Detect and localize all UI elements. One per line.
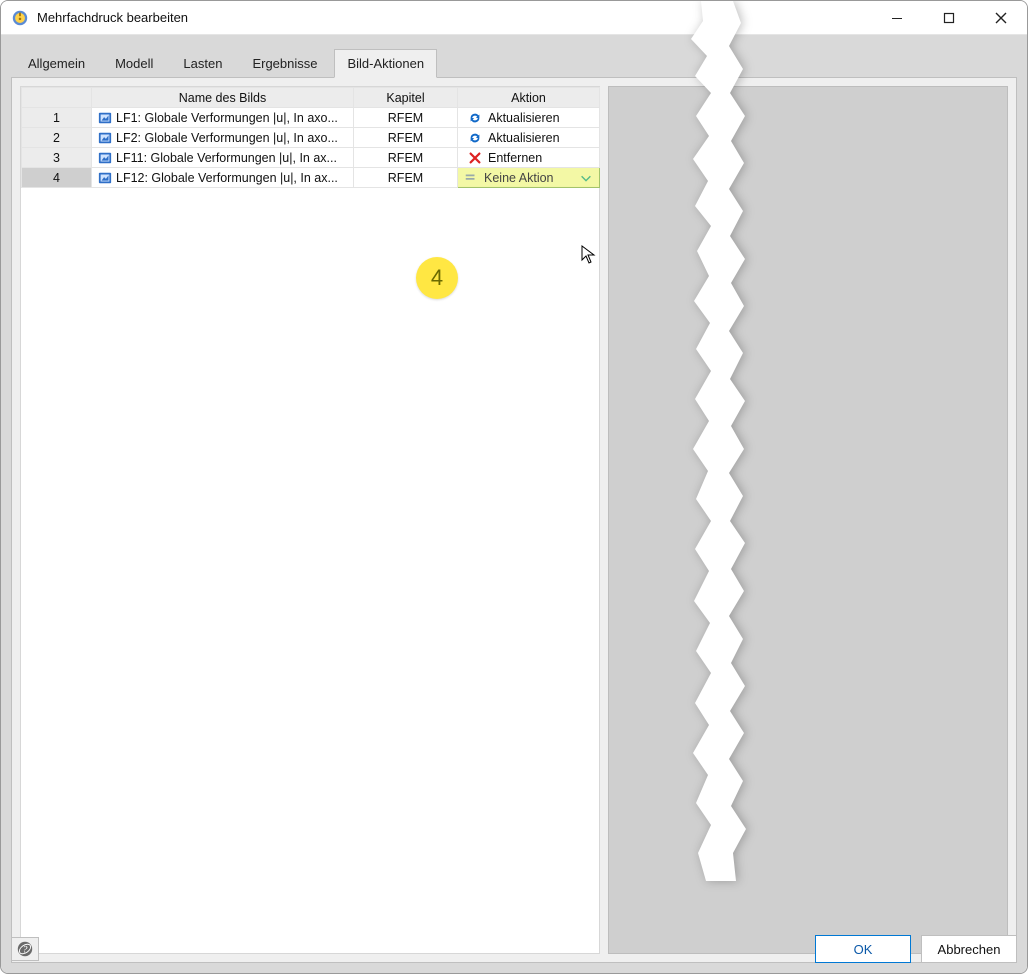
dialog-footer: ? OK Abbrechen — [11, 935, 1017, 963]
col-header-kapitel: Kapitel — [354, 88, 458, 108]
tab-modell[interactable]: Modell — [102, 49, 166, 78]
work-area: Name des Bilds Kapitel Aktion 1 — [11, 77, 1017, 963]
cell-name[interactable]: LF12: Globale Verformungen |u|, In ax... — [92, 168, 354, 188]
svg-text:?: ? — [23, 945, 28, 956]
table-header-row: Name des Bilds Kapitel Aktion — [22, 88, 600, 108]
row-number: 3 — [22, 148, 92, 168]
cell-kapitel[interactable]: RFEM — [354, 148, 458, 168]
cursor-icon — [581, 245, 597, 265]
window-title: Mehrfachdruck bearbeiten — [37, 10, 188, 25]
no-action-icon — [464, 171, 478, 185]
table-row[interactable]: 4 LF12: Globale Verformungen |u|, In ax.… — [22, 168, 600, 188]
callout-marker: 4 — [416, 257, 458, 299]
cell-kapitel[interactable]: RFEM — [354, 108, 458, 128]
refresh-icon — [468, 131, 482, 145]
table-row[interactable]: 2 LF2: Globale Verformungen |u|, In axo.… — [22, 128, 600, 148]
cell-kapitel[interactable]: RFEM — [354, 128, 458, 148]
row-number: 4 — [22, 168, 92, 188]
image-name: LF1: Globale Verformungen |u|, In axo... — [116, 111, 338, 125]
dropdown-current-label: Keine Aktion — [484, 171, 554, 185]
row-number: 2 — [22, 128, 92, 148]
action-label: Aktualisieren — [488, 111, 560, 125]
table-row[interactable]: 3 LF11: Globale Verformungen |u|, In ax.… — [22, 148, 600, 168]
image-name: LF11: Globale Verformungen |u|, In ax... — [116, 151, 337, 165]
action-dropdown-menu: Entfernen Keine Aktion — [458, 187, 600, 188]
table-row[interactable]: 1 LF1: Globale Verformungen |u|, In axo.… — [22, 108, 600, 128]
cell-name[interactable]: LF1: Globale Verformungen |u|, In axo... — [92, 108, 354, 128]
help-button[interactable]: ? — [11, 937, 39, 961]
minimize-button[interactable] — [871, 1, 923, 34]
image-name: LF2: Globale Verformungen |u|, In axo... — [116, 131, 338, 145]
close-button[interactable] — [975, 1, 1027, 34]
tab-ergebnisse[interactable]: Ergebnisse — [239, 49, 330, 78]
image-name: LF12: Globale Verformungen |u|, In ax... — [116, 171, 338, 185]
remove-icon — [468, 151, 482, 165]
tab-bild-aktionen[interactable]: Bild-Aktionen — [334, 49, 437, 78]
col-header-num — [22, 88, 92, 108]
action-label: Aktualisieren — [488, 131, 560, 145]
cell-name[interactable]: LF2: Globale Verformungen |u|, In axo... — [92, 128, 354, 148]
title-bar: Mehrfachdruck bearbeiten — [1, 1, 1027, 35]
cell-action[interactable]: Aktualisieren — [458, 128, 600, 148]
image-icon — [98, 131, 112, 145]
col-header-aktion: Aktion — [458, 88, 600, 108]
image-actions-table: Name des Bilds Kapitel Aktion 1 — [21, 87, 600, 188]
ok-button[interactable]: OK — [815, 935, 911, 963]
app-icon — [11, 9, 29, 27]
tab-lasten[interactable]: Lasten — [170, 49, 235, 78]
refresh-icon — [468, 111, 482, 125]
preview-pane — [608, 86, 1008, 954]
cell-name[interactable]: LF11: Globale Verformungen |u|, In ax... — [92, 148, 354, 168]
chevron-down-icon — [579, 171, 593, 185]
row-number: 1 — [22, 108, 92, 128]
maximize-button[interactable] — [923, 1, 975, 34]
cell-action[interactable]: Aktualisieren — [458, 108, 600, 128]
image-icon — [98, 151, 112, 165]
image-icon — [98, 111, 112, 125]
image-icon — [98, 171, 112, 185]
tab-bar: Allgemein Modell Lasten Ergebnisse Bild-… — [11, 43, 1017, 78]
cell-kapitel[interactable]: RFEM — [354, 168, 458, 188]
tab-allgemein[interactable]: Allgemein — [15, 49, 98, 78]
col-header-name: Name des Bilds — [92, 88, 354, 108]
grid-pane: Name des Bilds Kapitel Aktion 1 — [20, 86, 600, 954]
cancel-button[interactable]: Abbrechen — [921, 935, 1017, 963]
cell-action-dropdown[interactable]: Keine Aktion — [458, 168, 600, 188]
action-label: Entfernen — [488, 151, 542, 165]
cell-action[interactable]: Entfernen — [458, 148, 600, 168]
